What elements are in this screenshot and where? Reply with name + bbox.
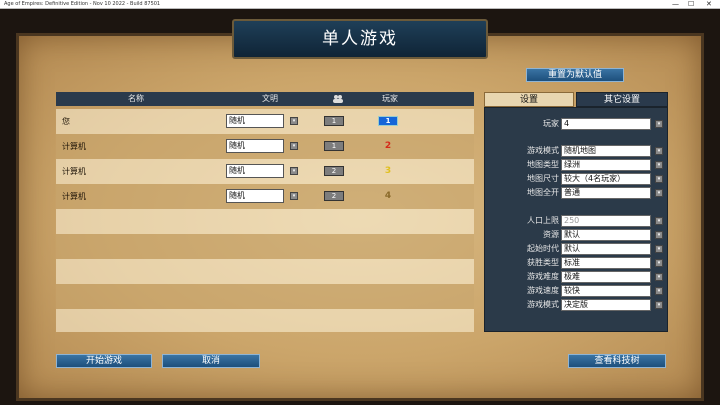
setting-value[interactable]: 250 (561, 215, 651, 227)
window-titlebar: Age of Empires: Definitive Edition - Nov… (0, 0, 720, 9)
setting-difficulty: 游戏难度 极难 ▾ (485, 271, 669, 283)
setting-label: 地图全开 (527, 188, 559, 197)
empty-row (56, 209, 474, 234)
chevron-down-icon[interactable]: ▾ (290, 117, 298, 125)
civ-select[interactable]: 随机 (226, 114, 284, 128)
setting-label: 人口上限 (527, 216, 559, 225)
setting-value[interactable]: 标准 (561, 257, 651, 269)
setting-value[interactable]: 绿洲 (561, 159, 651, 171)
chevron-down-icon[interactable]: ▾ (655, 287, 663, 295)
header-player: 玩家 (382, 94, 398, 103)
header-civ: 文明 (262, 94, 278, 103)
player-color-button[interactable]: 2 (378, 134, 398, 159)
setting-resources: 资源 默认 ▾ (485, 229, 669, 241)
chevron-down-icon[interactable]: ▾ (655, 175, 663, 183)
player-table-header: 名称 文明 玩家 (56, 92, 474, 106)
chevron-down-icon[interactable]: ▾ (290, 142, 298, 150)
start-game-button[interactable]: 开始游戏 (56, 354, 152, 368)
window-title: Age of Empires: Definitive Edition - Nov… (4, 1, 161, 7)
setting-value[interactable]: 默认 (561, 229, 651, 241)
tab-settings[interactable]: 设置 (484, 92, 574, 107)
player-row: 您 随机 ▾ 1 1 (56, 109, 474, 134)
setting-map-size: 地图尺寸 较大（4名玩家） ▾ (485, 173, 669, 185)
header-name: 名称 (128, 94, 144, 103)
cancel-button[interactable]: 取消 (162, 354, 260, 368)
player-name: 计算机 (62, 192, 86, 201)
setting-value[interactable]: 普通 (561, 187, 651, 199)
chevron-down-icon[interactable]: ▾ (655, 273, 663, 281)
setting-value[interactable]: 较大（4名玩家） (561, 173, 651, 185)
player-row: 计算机 随机 ▾ 1 2 (56, 134, 474, 159)
setting-label: 资源 (543, 230, 559, 239)
setting-victory: 获胜类型 标准 ▾ (485, 257, 669, 269)
setting-value[interactable]: 随机地图 (561, 145, 651, 157)
setting-label: 玩家 (543, 119, 559, 128)
chevron-down-icon[interactable]: ▾ (655, 217, 663, 225)
settings-panel: 玩家 4 ▾ 游戏模式 随机地图 ▾ 地图类型 绿洲 ▾ 地图尺寸 较大（4名玩… (484, 107, 668, 332)
team-button[interactable]: 2 (324, 166, 344, 176)
team-button[interactable]: 2 (324, 191, 344, 201)
chevron-down-icon[interactable]: ▾ (655, 189, 663, 197)
setting-label: 获胜类型 (527, 258, 559, 267)
setting-pop-limit: 人口上限 250 ▾ (485, 215, 669, 227)
player-name: 计算机 (62, 142, 86, 151)
player-color-button[interactable]: 3 (378, 159, 398, 184)
chevron-down-icon[interactable]: ▾ (655, 259, 663, 267)
chevron-down-icon[interactable]: ▾ (655, 147, 663, 155)
chevron-down-icon[interactable]: ▾ (655, 161, 663, 169)
reset-defaults-button[interactable]: 重置为默认值 (526, 68, 624, 82)
setting-label: 游戏难度 (527, 272, 559, 281)
tab-other-settings[interactable]: 其它设置 (576, 92, 668, 107)
setting-game-speed: 游戏速度 较快 ▾ (485, 285, 669, 297)
team-icon (332, 94, 344, 109)
view-tech-tree-button[interactable]: 查看科技树 (568, 354, 666, 368)
chevron-down-icon[interactable]: ▾ (655, 120, 663, 128)
chevron-down-icon[interactable]: ▾ (655, 301, 663, 309)
civ-select[interactable]: 随机 (226, 139, 284, 153)
player-color-button[interactable]: 4 (378, 184, 398, 209)
player-name: 计算机 (62, 167, 86, 176)
empty-row (56, 309, 474, 332)
maximize-button[interactable]: ☐ (688, 0, 694, 9)
player-name: 您 (62, 117, 70, 126)
setting-label: 地图尺寸 (527, 174, 559, 183)
chevron-down-icon[interactable]: ▾ (290, 167, 298, 175)
player-table: 名称 文明 玩家 您 随机 ▾ 1 1 计算机 随机 ▾ 1 2 计算机 随机 … (56, 92, 474, 332)
setting-game-mode: 游戏模式 随机地图 ▾ (485, 145, 669, 157)
civ-select[interactable]: 随机 (226, 164, 284, 178)
chevron-down-icon[interactable]: ▾ (655, 231, 663, 239)
setting-label: 游戏模式 (527, 146, 559, 155)
player-row: 计算机 随机 ▾ 2 4 (56, 184, 474, 209)
team-button[interactable]: 1 (324, 116, 344, 126)
setting-value[interactable]: 默认 (561, 243, 651, 255)
setting-value[interactable]: 极难 (561, 271, 651, 283)
setting-value[interactable]: 决定版 (561, 299, 651, 311)
setting-reveal-map: 地图全开 普通 ▾ (485, 187, 669, 199)
setting-starting-age: 起始时代 默认 ▾ (485, 243, 669, 255)
setting-label: 游戏速度 (527, 286, 559, 295)
setting-players: 玩家 4 ▾ (485, 118, 669, 130)
setting-value[interactable]: 4 (561, 118, 651, 130)
setting-map-type: 地图类型 绿洲 ▾ (485, 159, 669, 171)
team-button[interactable]: 1 (324, 141, 344, 151)
settings-tabs: 设置 其它设置 (484, 92, 668, 107)
empty-row (56, 284, 474, 309)
civ-select[interactable]: 随机 (226, 189, 284, 203)
setting-game-mode-2: 游戏模式 决定版 ▾ (485, 299, 669, 311)
setting-value[interactable]: 较快 (561, 285, 651, 297)
chevron-down-icon[interactable]: ▾ (290, 192, 298, 200)
empty-row (56, 234, 474, 259)
setting-label: 起始时代 (527, 244, 559, 253)
setting-label: 地图类型 (527, 160, 559, 169)
minimize-button[interactable]: — (672, 0, 679, 9)
player-color-button[interactable]: 1 (378, 116, 398, 126)
player-row: 计算机 随机 ▾ 2 3 (56, 159, 474, 184)
setting-label: 游戏模式 (527, 300, 559, 309)
empty-row (56, 259, 474, 284)
close-button[interactable]: ✕ (706, 0, 712, 9)
page-title: 单人游戏 (232, 19, 488, 59)
chevron-down-icon[interactable]: ▾ (655, 245, 663, 253)
